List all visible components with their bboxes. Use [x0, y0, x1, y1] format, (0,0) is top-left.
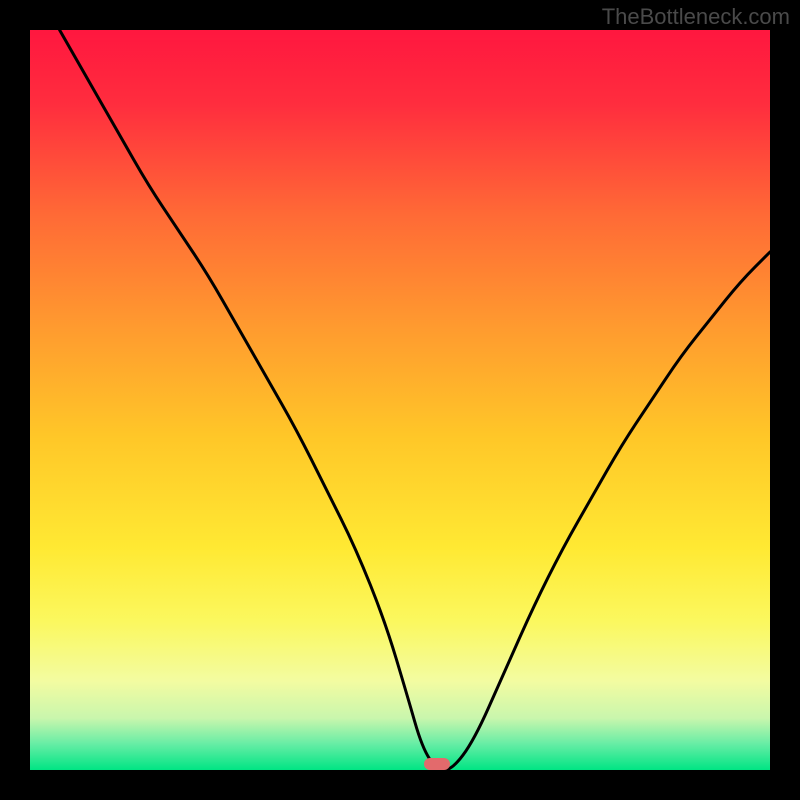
chart-frame: TheBottleneck.com	[0, 0, 800, 800]
bottleneck-curve	[30, 30, 770, 770]
optimal-point-marker	[424, 758, 450, 770]
plot-area	[30, 30, 770, 770]
watermark-text: TheBottleneck.com	[602, 4, 790, 30]
